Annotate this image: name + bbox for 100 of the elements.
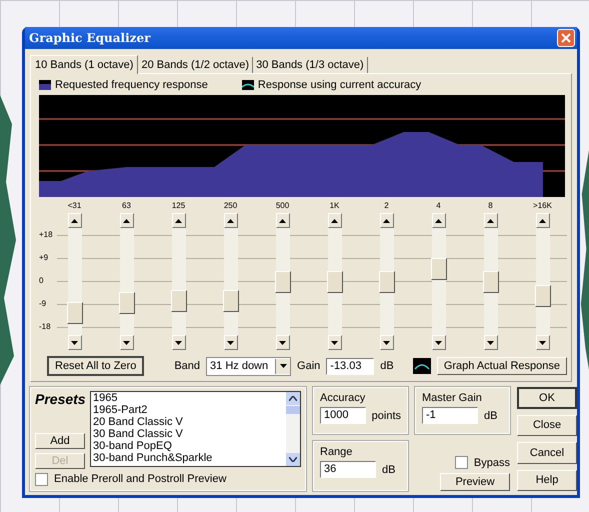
window-title: Graphic Equalizer [29, 31, 150, 45]
checkbox[interactable] [35, 472, 48, 486]
band-label: 8 [488, 201, 493, 212]
master-gain-field[interactable]: -1 [422, 407, 478, 424]
arrow-up-icon [279, 218, 286, 222]
scroll-up-icon [289, 396, 297, 401]
slider-thumb[interactable] [66, 302, 82, 324]
arrow-down-icon [175, 340, 182, 344]
step-down-button[interactable] [328, 335, 342, 350]
arrow-up-icon [331, 218, 338, 222]
dialog-button[interactable]: Cancel [517, 442, 577, 464]
step-down-button[interactable] [276, 335, 290, 350]
scrollbar-thumb[interactable] [286, 406, 300, 414]
arrow-up-icon [123, 218, 130, 222]
tab[interactable]: 20 Bands (1/2 octave) [138, 57, 254, 73]
step-down-button[interactable] [484, 335, 498, 350]
band-label: Band [174, 360, 200, 372]
arrow-up-icon [487, 218, 494, 222]
step-up-button[interactable] [328, 213, 342, 228]
arrow-down-icon [435, 340, 442, 344]
graph-response-button[interactable]: Graph Actual Response [436, 357, 567, 375]
dialog-button[interactable]: Help [517, 470, 577, 491]
dialog-button[interactable]: Close [517, 414, 577, 436]
slider-thumb[interactable] [274, 270, 290, 292]
checkbox-label: Bypass [474, 456, 510, 468]
presets-list[interactable]: 1965 1965-Part2 20 Band Classic V 30 Band Classic V 30-band PopEQ 30-band Punch&Sparkle [90, 391, 301, 467]
list-item[interactable]: 30-band Punch&Sparkle [93, 452, 286, 464]
scale-label: 0 [39, 275, 44, 287]
slider-thumb[interactable] [430, 258, 446, 280]
band-label: 63 [122, 201, 131, 212]
close-button[interactable] [557, 29, 575, 47]
step-down-button[interactable] [224, 335, 238, 350]
band-label: 2 [384, 201, 389, 212]
band-label: 1K [330, 201, 340, 212]
arrow-down-icon [487, 340, 494, 344]
list-item[interactable]: 30-band PopEQ [93, 440, 286, 452]
band-label: <31 [68, 201, 82, 212]
scale-label: +9 [39, 252, 50, 264]
step-down-button[interactable] [172, 335, 186, 350]
slider-thumb[interactable] [170, 290, 186, 312]
scrollbar[interactable] [286, 392, 300, 466]
gain-field[interactable]: -13.03 [326, 358, 374, 374]
scale-label: -9 [39, 298, 48, 310]
add-button[interactable]: Add [35, 433, 85, 449]
list-item[interactable]: 1965 [93, 392, 286, 404]
step-up-button[interactable] [536, 213, 550, 228]
arrow-down-icon [331, 340, 338, 344]
checkbox[interactable] [454, 456, 468, 469]
reset-button[interactable]: Reset All to Zero [47, 356, 144, 376]
unit-label: dB [382, 464, 396, 476]
list-item[interactable]: 1965-Part2 [93, 404, 286, 416]
preview-button[interactable]: Preview [440, 473, 510, 491]
arrow-down-icon [123, 340, 130, 344]
slider-thumb[interactable] [118, 292, 134, 314]
range-label: Range [320, 446, 352, 458]
close-icon [561, 33, 571, 43]
step-up-button[interactable] [484, 213, 498, 228]
gain-label: Gain [297, 360, 320, 372]
band-label: >16K [533, 201, 552, 212]
master-gain-label: Master Gain [422, 392, 482, 404]
arrow-up-icon [539, 218, 546, 222]
slider-thumb[interactable] [534, 285, 550, 308]
checkbox-label: Enable Preroll and Postroll Preview [54, 473, 226, 485]
scroll-down-icon [289, 457, 297, 462]
step-up-button[interactable] [380, 213, 394, 228]
step-up-button[interactable] [120, 213, 134, 228]
dialog-button[interactable]: OK [517, 387, 577, 409]
slider-thumb[interactable] [378, 270, 394, 292]
step-up-button[interactable] [224, 213, 238, 228]
arrow-up-icon [435, 218, 442, 222]
tab[interactable]: 30 Bands (1/3 octave) [253, 57, 368, 73]
scale-label: -18 [39, 321, 52, 333]
arrow-up-icon [227, 218, 234, 222]
band-label: 4 [436, 201, 441, 212]
accuracy-field[interactable]: 1000 [320, 407, 366, 424]
step-down-button[interactable] [120, 335, 134, 350]
slider-thumb[interactable] [222, 290, 238, 312]
dropdown-arrow-icon [280, 364, 287, 368]
arrow-up-icon [175, 218, 182, 222]
step-down-button[interactable] [68, 335, 82, 350]
step-up-button[interactable] [68, 213, 82, 228]
arrow-down-icon [539, 340, 546, 344]
step-down-button[interactable] [380, 335, 394, 350]
list-item[interactable]: 20 Band Classic V [93, 416, 286, 428]
tab[interactable]: 10 Bands (1 octave) [30, 55, 138, 74]
step-up-button[interactable] [276, 213, 290, 228]
band-dropdown[interactable]: 31 Hz down [206, 356, 292, 376]
unit-label: dB [484, 410, 498, 422]
legend-swatch-icon [39, 80, 51, 90]
slider-thumb[interactable] [482, 270, 498, 292]
arrow-up-icon [71, 218, 78, 222]
range-field[interactable]: 36 [320, 461, 376, 478]
step-down-button[interactable] [536, 335, 550, 350]
list-item[interactable]: 30 Band Classic V [93, 428, 286, 440]
band-label: 500 [276, 201, 290, 212]
step-up-button[interactable] [432, 213, 446, 228]
slider-thumb[interactable] [326, 270, 342, 292]
unit-label: points [372, 410, 401, 422]
step-down-button[interactable] [432, 335, 446, 350]
step-up-button[interactable] [172, 213, 186, 228]
